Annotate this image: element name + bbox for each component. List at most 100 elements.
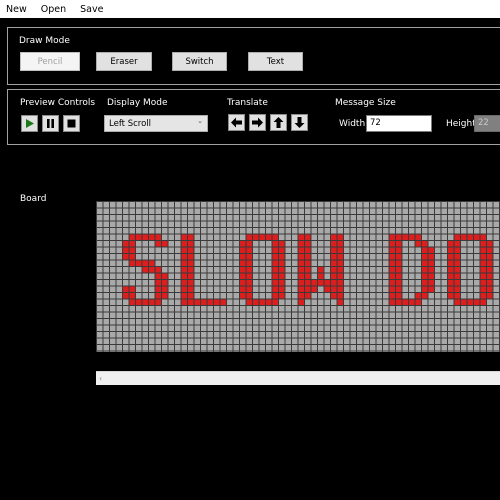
lit-led[interactable] [188, 254, 194, 260]
lit-led[interactable] [305, 234, 311, 241]
lit-led[interactable] [428, 254, 435, 260]
lit-led[interactable] [331, 234, 337, 241]
lit-led[interactable] [331, 293, 337, 299]
lit-led[interactable] [448, 267, 454, 273]
lit-led[interactable] [279, 293, 285, 299]
stop-button[interactable] [63, 115, 80, 132]
lit-led[interactable] [181, 234, 188, 241]
lit-led[interactable] [428, 247, 435, 254]
lit-led[interactable] [396, 280, 402, 286]
lit-led[interactable] [305, 273, 311, 280]
lit-led[interactable] [201, 299, 207, 306]
lit-led[interactable] [129, 254, 136, 260]
lit-led[interactable] [448, 280, 454, 286]
translate-right-button[interactable] [249, 114, 266, 131]
lit-led[interactable] [194, 299, 201, 306]
lit-led[interactable] [448, 241, 454, 247]
lit-led[interactable] [318, 267, 324, 273]
lit-led[interactable] [188, 247, 194, 254]
lit-led[interactable] [454, 234, 461, 241]
lit-led[interactable] [428, 273, 435, 280]
lit-led[interactable] [396, 254, 402, 260]
lit-led[interactable] [298, 267, 305, 273]
lit-led[interactable] [259, 299, 266, 306]
lit-led[interactable] [214, 299, 220, 306]
lit-led[interactable] [298, 260, 305, 267]
lit-led[interactable] [480, 260, 487, 267]
lit-led[interactable] [337, 299, 344, 306]
lit-led[interactable] [181, 273, 188, 280]
lit-led[interactable] [454, 273, 461, 280]
lit-led[interactable] [448, 260, 454, 267]
lit-led[interactable] [129, 241, 136, 247]
lit-led[interactable] [305, 267, 311, 273]
lit-led[interactable] [298, 241, 305, 247]
lit-led[interactable] [396, 241, 402, 247]
lit-led[interactable] [162, 280, 168, 286]
lit-led[interactable] [162, 241, 168, 247]
lit-led[interactable] [324, 286, 331, 293]
lit-led[interactable] [142, 299, 149, 306]
lit-led[interactable] [402, 234, 409, 241]
lit-led[interactable] [474, 299, 480, 306]
lit-led[interactable] [129, 286, 136, 293]
lit-led[interactable] [389, 299, 396, 306]
led-board[interactable] [96, 201, 500, 352]
lit-led[interactable] [448, 254, 454, 260]
lit-led[interactable] [487, 241, 493, 247]
lit-led[interactable] [246, 280, 253, 286]
lit-led[interactable] [272, 267, 279, 273]
lit-led[interactable] [279, 247, 285, 254]
lit-led[interactable] [240, 241, 246, 247]
lit-led[interactable] [207, 299, 214, 306]
lit-led[interactable] [298, 293, 305, 299]
lit-led[interactable] [454, 247, 461, 254]
lit-led[interactable] [181, 280, 188, 286]
lit-led[interactable] [448, 293, 454, 299]
lit-led[interactable] [480, 293, 487, 299]
lit-led[interactable] [142, 267, 149, 273]
lit-led[interactable] [305, 241, 311, 247]
lit-led[interactable] [396, 267, 402, 273]
lit-led[interactable] [331, 254, 337, 260]
lit-led[interactable] [331, 267, 337, 273]
lit-led[interactable] [142, 260, 149, 267]
lit-led[interactable] [123, 241, 129, 247]
lit-led[interactable] [240, 247, 246, 254]
lit-led[interactable] [246, 254, 253, 260]
lit-led[interactable] [311, 280, 318, 286]
lit-led[interactable] [272, 254, 279, 260]
lit-led[interactable] [129, 260, 136, 267]
lit-led[interactable] [318, 280, 324, 286]
lit-led[interactable] [272, 299, 279, 306]
lit-led[interactable] [409, 234, 415, 241]
translate-up-button[interactable] [270, 114, 287, 131]
lit-led[interactable] [337, 241, 344, 247]
lit-led[interactable] [246, 293, 253, 299]
translate-left-button[interactable] [228, 114, 245, 131]
lit-led[interactable] [246, 299, 253, 306]
lit-led[interactable] [389, 273, 396, 280]
lit-led[interactable] [155, 293, 162, 299]
lit-led[interactable] [337, 234, 344, 241]
lit-led[interactable] [448, 247, 454, 254]
lit-led[interactable] [298, 299, 305, 306]
lit-led[interactable] [246, 247, 253, 254]
lit-led[interactable] [337, 267, 344, 273]
lit-led[interactable] [337, 273, 344, 280]
lit-led[interactable] [415, 241, 422, 247]
pause-button[interactable] [42, 115, 59, 132]
lit-led[interactable] [272, 293, 279, 299]
lit-led[interactable] [422, 293, 428, 299]
lit-led[interactable] [428, 280, 435, 286]
lit-led[interactable] [129, 293, 136, 299]
lit-led[interactable] [331, 280, 337, 286]
lit-led[interactable] [487, 254, 493, 260]
lit-led[interactable] [155, 280, 162, 286]
lit-led[interactable] [428, 286, 435, 293]
lit-led[interactable] [389, 286, 396, 293]
lit-led[interactable] [123, 286, 129, 293]
lit-led[interactable] [188, 293, 194, 299]
lit-led[interactable] [188, 299, 194, 306]
lit-led[interactable] [246, 267, 253, 273]
